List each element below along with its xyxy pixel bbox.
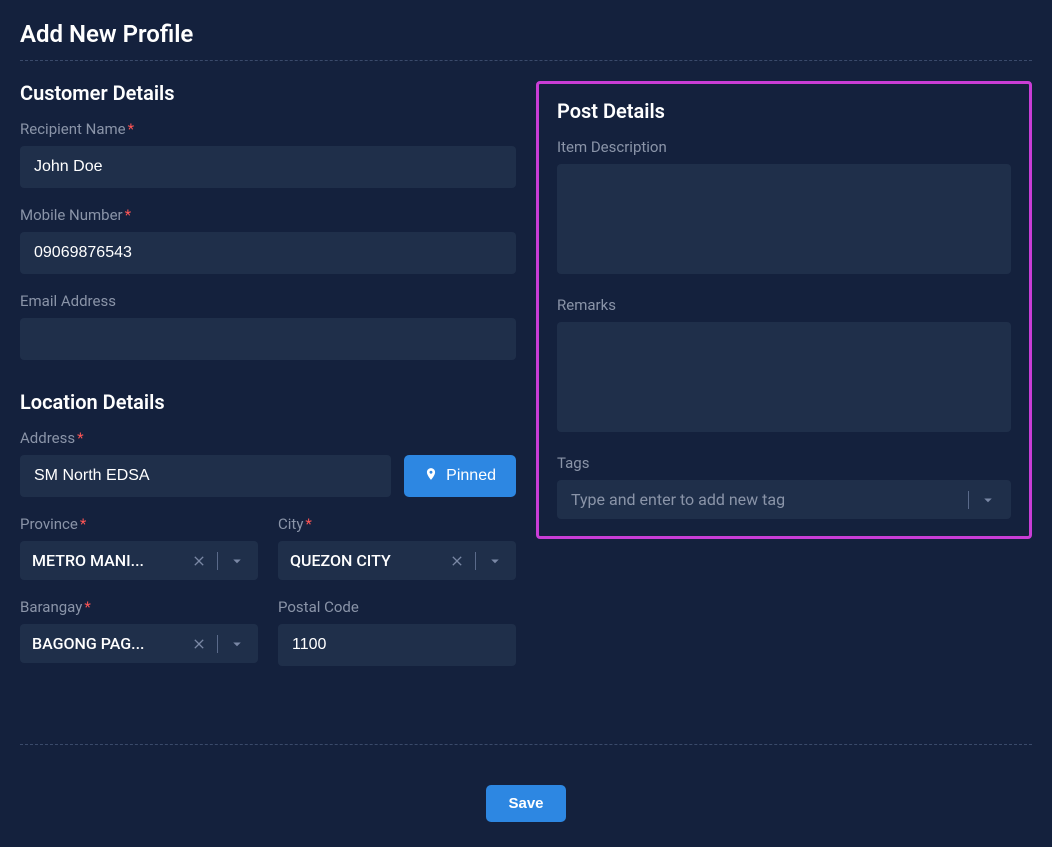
postal-code-group: Postal Code <box>278 598 516 666</box>
city-select[interactable]: QUEZON CITY <box>278 541 516 580</box>
required-indicator: * <box>77 429 83 447</box>
post-details-title: Post Details <box>557 99 1011 123</box>
remarks-textarea[interactable] <box>557 322 1011 432</box>
chevron-down-icon[interactable] <box>486 552 504 570</box>
mobile-number-group: Mobile Number* <box>20 206 516 274</box>
tags-placeholder: Type and enter to add new tag <box>571 490 785 509</box>
customer-details-title: Customer Details <box>20 81 516 105</box>
select-divider <box>217 635 218 653</box>
page-title: Add New Profile <box>20 20 1032 48</box>
customer-details-section: Customer Details Recipient Name* Mobile … <box>20 81 516 360</box>
required-indicator: * <box>80 515 86 533</box>
pin-icon <box>424 467 438 486</box>
city-label: City* <box>278 515 516 533</box>
province-value: METRO MANI... <box>32 551 191 570</box>
required-indicator: * <box>305 515 311 533</box>
item-description-label: Item Description <box>557 138 1011 156</box>
save-button[interactable]: Save <box>486 785 565 822</box>
barangay-value: BAGONG PAG... <box>32 634 191 653</box>
tags-label: Tags <box>557 454 1011 472</box>
clear-icon[interactable] <box>191 553 207 569</box>
barangay-select[interactable]: BAGONG PAG... <box>20 624 258 663</box>
chevron-down-icon[interactable] <box>228 635 246 653</box>
item-description-group: Item Description <box>557 138 1011 278</box>
left-column: Customer Details Recipient Name* Mobile … <box>20 81 516 684</box>
remarks-label: Remarks <box>557 296 1011 314</box>
chevron-down-icon[interactable] <box>228 552 246 570</box>
email-address-input[interactable] <box>20 318 516 360</box>
clear-icon[interactable] <box>191 636 207 652</box>
mobile-number-label: Mobile Number* <box>20 206 516 224</box>
pinned-button-label: Pinned <box>446 467 496 485</box>
tags-input[interactable]: Type and enter to add new tag <box>557 480 1011 519</box>
item-description-textarea[interactable] <box>557 164 1011 274</box>
postal-code-input[interactable] <box>278 624 516 666</box>
barangay-label: Barangay* <box>20 598 258 616</box>
required-indicator: * <box>128 120 134 138</box>
select-divider <box>217 552 218 570</box>
location-details-title: Location Details <box>20 390 516 414</box>
footer-divider <box>20 744 1032 745</box>
remarks-group: Remarks <box>557 296 1011 436</box>
right-column: Post Details Item Description Remarks Ta… <box>536 81 1032 684</box>
location-details-section: Location Details Address* Pinned <box>20 390 516 684</box>
email-address-label: Email Address <box>20 292 516 310</box>
pinned-button[interactable]: Pinned <box>404 455 516 497</box>
recipient-name-input[interactable] <box>20 146 516 188</box>
recipient-name-group: Recipient Name* <box>20 120 516 188</box>
province-label: Province* <box>20 515 258 533</box>
address-label: Address* <box>20 429 516 447</box>
province-group: Province* METRO MANI... <box>20 515 258 580</box>
recipient-name-label: Recipient Name* <box>20 120 516 138</box>
select-divider <box>475 552 476 570</box>
clear-icon[interactable] <box>449 553 465 569</box>
email-address-group: Email Address <box>20 292 516 360</box>
mobile-number-input[interactable] <box>20 232 516 274</box>
address-group: Address* Pinned <box>20 429 516 497</box>
province-select[interactable]: METRO MANI... <box>20 541 258 580</box>
barangay-group: Barangay* BAGONG PAG... <box>20 598 258 663</box>
post-details-highlighted: Post Details Item Description Remarks Ta… <box>536 81 1032 539</box>
postal-code-label: Postal Code <box>278 598 516 616</box>
city-value: QUEZON CITY <box>290 551 449 570</box>
address-input[interactable] <box>20 455 391 497</box>
city-group: City* QUEZON CITY <box>278 515 516 580</box>
tags-group: Tags Type and enter to add new tag <box>557 454 1011 519</box>
select-divider <box>968 491 969 509</box>
save-button-container: Save <box>20 785 1032 822</box>
required-indicator: * <box>125 206 131 224</box>
required-indicator: * <box>84 598 90 616</box>
chevron-down-icon[interactable] <box>979 491 997 509</box>
header-divider <box>20 60 1032 61</box>
